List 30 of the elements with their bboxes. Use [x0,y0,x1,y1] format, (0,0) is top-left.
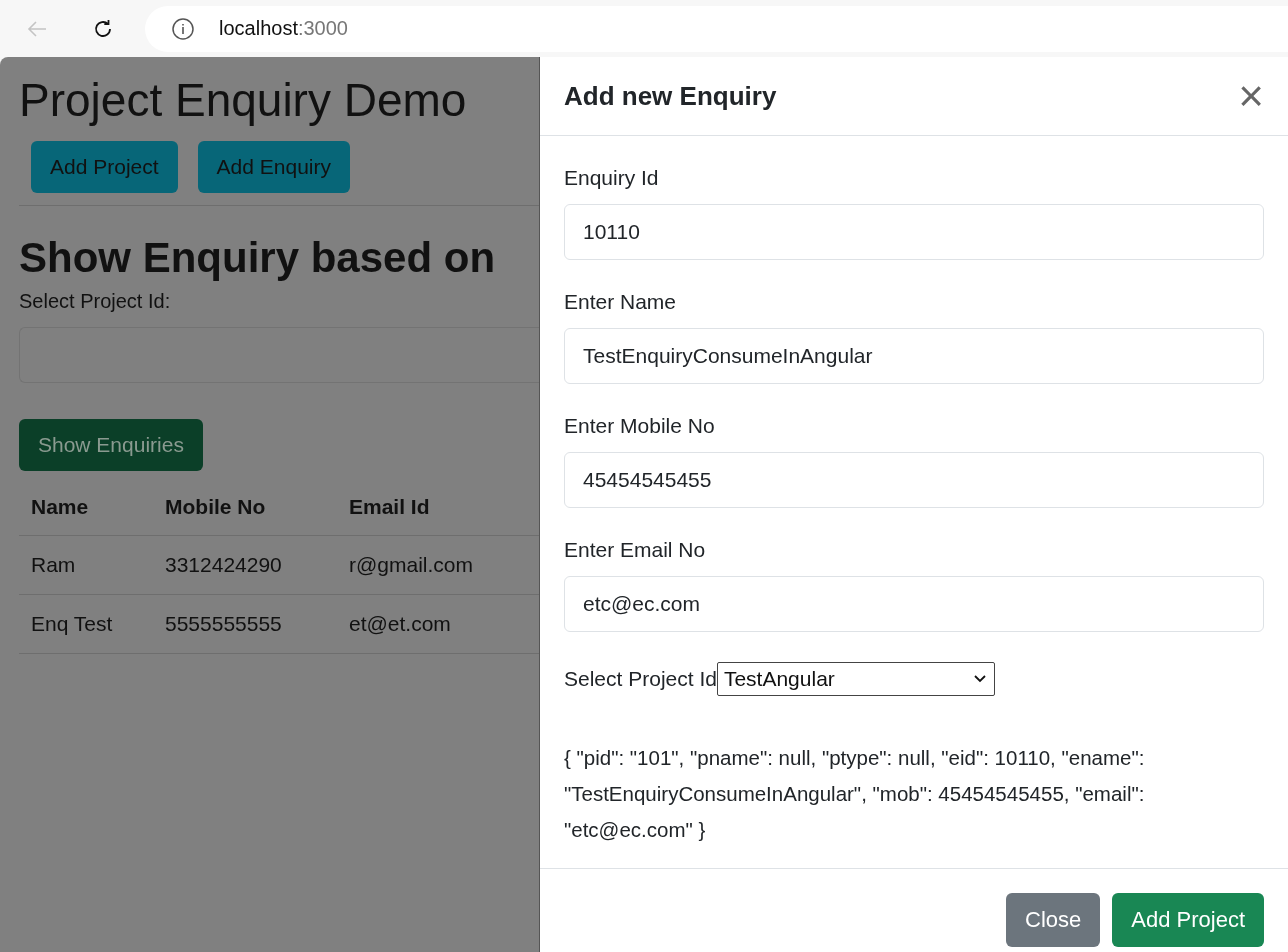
field-label: Enquiry Id [564,166,660,190]
table-cell: 5555555555 [153,594,337,654]
column-header: Mobile No [153,479,337,536]
address-bar[interactable]: localhost:3000 [145,5,1288,52]
field-label: Enter Name [564,290,678,314]
page-title: Project Enquiry Demo [19,73,468,127]
select-label: Select Project Id [564,667,717,691]
select-label: Select Project Id: [19,290,172,313]
input-field[interactable]: 45454545455 [564,452,1264,508]
info-icon[interactable] [171,16,195,41]
input-field[interactable]: TestEnquiryConsumeInAngular [564,328,1264,384]
close-button[interactable]: × [1230,74,1272,118]
json-preview: { "pid": "101", "pname": null, "ptype": null, "eid": 10110, "ename": "TestEnquiryConsumeInAngular", "mob": 45454545455, "email": "etc@ec.com" } [564,745,1146,843]
field-label: Enter Email No [564,538,707,562]
footer-button[interactable]: Close [1006,893,1101,947]
section-title: Show Enquiry based on [19,234,497,282]
field-label: Enter Mobile No [564,414,716,438]
table-cell: Enq Test [19,594,153,654]
url-port: :3000 [297,17,348,40]
input-field[interactable]: etc@ec.com [564,576,1264,632]
table-cell: 3312424290 [153,535,337,595]
column-header: Name [19,479,153,536]
table-cell: Ram [19,535,153,595]
project-select[interactable]: TestAngular [716,662,995,696]
footer-button[interactable]: Add Project [1112,893,1264,947]
show-enquiries-button[interactable]: Show Enquiries [19,419,203,471]
url-host: localhost [219,17,298,40]
chevron-down-icon [973,675,986,683]
modal-title: Add new Enquiry [564,80,777,112]
input-field[interactable]: 10110 [564,204,1264,260]
